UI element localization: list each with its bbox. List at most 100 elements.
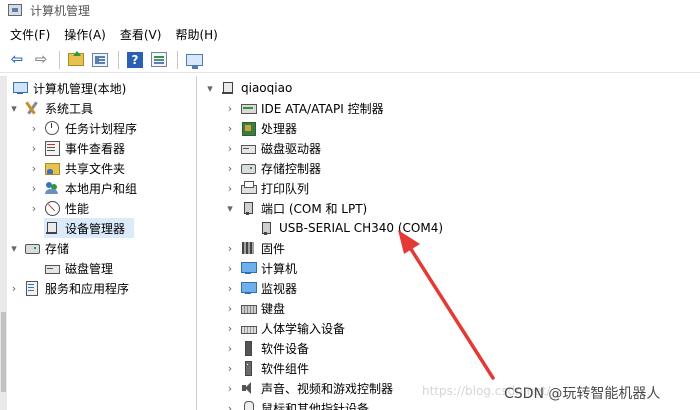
menu-file[interactable]: 文件(F)	[10, 26, 50, 43]
device-label: 处理器	[261, 121, 298, 136]
device-category-print-queues[interactable]: › 打印队列	[224, 178, 309, 198]
show-tree-button[interactable]	[89, 49, 111, 71]
device-category-storage-controllers[interactable]: › 存储控制器	[224, 158, 321, 178]
expand-chevron-icon[interactable]: ›	[28, 162, 40, 175]
collapse-chevron-icon[interactable]: ▾	[8, 242, 20, 255]
expand-chevron-icon[interactable]: ›	[224, 322, 236, 335]
collapse-chevron-icon[interactable]: ▾	[224, 202, 236, 215]
tree-item-label: 存储	[45, 241, 70, 256]
expand-chevron-icon[interactable]: ›	[28, 182, 40, 195]
software-component-icon	[240, 360, 256, 376]
tree-item-device-manager[interactable]: 设备管理器	[44, 218, 134, 238]
expand-chevron-icon[interactable]: ›	[224, 302, 236, 315]
tree-item-shared-folders[interactable]: › 共享文件夹	[28, 158, 125, 178]
device-usb-serial-ch340[interactable]: USB-SERIAL CH340 (COM4)	[258, 218, 443, 238]
menu-view[interactable]: 查看(V)	[120, 26, 162, 43]
device-category-monitors[interactable]: › 监视器	[224, 278, 297, 298]
tree-item-label: 设备管理器	[65, 221, 126, 236]
expand-chevron-icon[interactable]: ›	[224, 142, 236, 155]
menu-action[interactable]: 操作(A)	[64, 26, 106, 43]
expand-chevron-icon[interactable]: ›	[224, 242, 236, 255]
device-label: qiaoqiao	[241, 81, 293, 95]
help-icon: ?	[127, 51, 143, 68]
expand-chevron-icon[interactable]: ›	[28, 202, 40, 215]
device-category-software-components[interactable]: › 软件组件	[224, 358, 309, 378]
device-category-ports[interactable]: ▾ 端口 (COM 和 LPT)	[224, 198, 367, 218]
device-label: IDE ATA/ATAPI 控制器	[261, 101, 384, 116]
device-category-keyboards[interactable]: › 键盘	[224, 298, 285, 318]
tree-item-label: 磁盘管理	[65, 261, 114, 276]
computer-category-icon	[240, 260, 257, 276]
device-label: 存储控制器	[261, 161, 322, 176]
menu-help[interactable]: 帮助(H)	[175, 26, 217, 43]
device-manager-icon	[44, 220, 60, 236]
device-label: 监视器	[261, 281, 298, 296]
collapse-chevron-icon[interactable]: ▾	[8, 102, 20, 115]
device-category-mice[interactable]: › 鼠标和其他指针设备	[224, 398, 369, 410]
tree-item-label: 计算机管理(本地)	[33, 81, 127, 96]
mouse-icon	[240, 400, 256, 410]
expand-chevron-icon[interactable]: ›	[224, 182, 236, 195]
processor-icon	[240, 120, 256, 136]
device-category-firmware[interactable]: › 固件	[224, 238, 285, 258]
device-label: 键盘	[261, 301, 286, 316]
tree-item-event-viewer[interactable]: › 事件查看器	[28, 138, 125, 158]
device-category-ide[interactable]: › IDE ATA/ATAPI 控制器	[224, 98, 384, 118]
tree-item-task-scheduler[interactable]: › 任务计划程序	[28, 118, 137, 138]
device-category-hid[interactable]: › 人体学输入设备	[224, 318, 345, 338]
tree-item-disk-management[interactable]: 磁盘管理	[44, 258, 113, 278]
expand-chevron-icon[interactable]: ›	[224, 362, 236, 375]
port-device-icon	[258, 220, 274, 236]
expand-chevron-icon[interactable]: ›	[224, 382, 236, 395]
collapse-chevron-icon[interactable]: ▾	[204, 82, 216, 95]
device-label: 打印队列	[261, 181, 310, 196]
print-queue-icon	[240, 180, 257, 196]
tree-item-services-apps[interactable]: › 服务和应用程序	[8, 278, 129, 298]
monitor-button[interactable]	[183, 49, 205, 71]
up-folder-button[interactable]	[65, 49, 87, 71]
expand-chevron-icon[interactable]: ›	[224, 342, 236, 355]
disk-drive-icon	[240, 140, 256, 156]
expand-chevron-icon[interactable]: ›	[224, 102, 236, 115]
menu-bar: 文件(F) 操作(A) 查看(V) 帮助(H)	[0, 23, 700, 45]
tree-item-label: 性能	[65, 201, 90, 216]
users-icon	[44, 180, 60, 196]
firmware-icon	[240, 240, 256, 256]
watermark-csdn: CSDN @玩转智能机器人	[504, 386, 661, 402]
tree-item-performance[interactable]: › 性能	[28, 198, 89, 218]
expand-chevron-icon[interactable]: ›	[224, 122, 236, 135]
tree-item-system-tools[interactable]: ▾ 系统工具	[8, 98, 93, 118]
expand-chevron-icon[interactable]: ›	[224, 282, 236, 295]
tree-item-label: 系统工具	[45, 101, 94, 116]
device-category-computer[interactable]: › 计算机	[224, 258, 297, 278]
device-category-disk-drives[interactable]: › 磁盘驱动器	[224, 138, 321, 158]
computer-management-icon	[8, 4, 22, 16]
expand-chevron-icon[interactable]: ›	[224, 402, 236, 410]
device-category-processor[interactable]: › 处理器	[224, 118, 297, 138]
keyboard-icon	[240, 300, 257, 316]
forward-icon: ⇨	[34, 50, 48, 68]
services-icon	[24, 280, 40, 296]
expand-chevron-icon[interactable]: ›	[28, 142, 40, 155]
toolbar-separator	[177, 50, 178, 69]
back-button[interactable]: ⇦	[6, 49, 28, 71]
tree-item-computer-management[interactable]: 计算机管理(本地)	[12, 78, 126, 98]
ide-controller-icon	[240, 100, 257, 116]
device-label: USB-SERIAL CH340 (COM4)	[279, 221, 444, 235]
expand-chevron-icon[interactable]: ›	[224, 262, 236, 275]
expand-chevron-icon[interactable]: ›	[28, 122, 40, 135]
tree-item-local-users[interactable]: › 本地用户和组	[28, 178, 137, 198]
device-label: 声音、视频和游戏控制器	[261, 381, 394, 396]
expand-chevron-icon[interactable]: ›	[8, 282, 20, 295]
device-root-qiaoqiao[interactable]: ▾ qiaoqiao	[204, 78, 292, 98]
device-label: 软件设备	[261, 341, 310, 356]
show-tree-icon	[92, 52, 108, 67]
help-button[interactable]: ?	[124, 49, 146, 71]
tree-item-storage[interactable]: ▾ 存储	[8, 238, 69, 258]
device-category-audio[interactable]: › 声音、视频和游戏控制器	[224, 378, 393, 398]
expand-chevron-icon[interactable]: ›	[224, 162, 236, 175]
forward-button[interactable]: ⇨	[30, 49, 52, 71]
properties-button[interactable]	[148, 49, 170, 71]
tree-item-label: 共享文件夹	[65, 161, 126, 176]
device-category-software-devices[interactable]: › 软件设备	[224, 338, 309, 358]
